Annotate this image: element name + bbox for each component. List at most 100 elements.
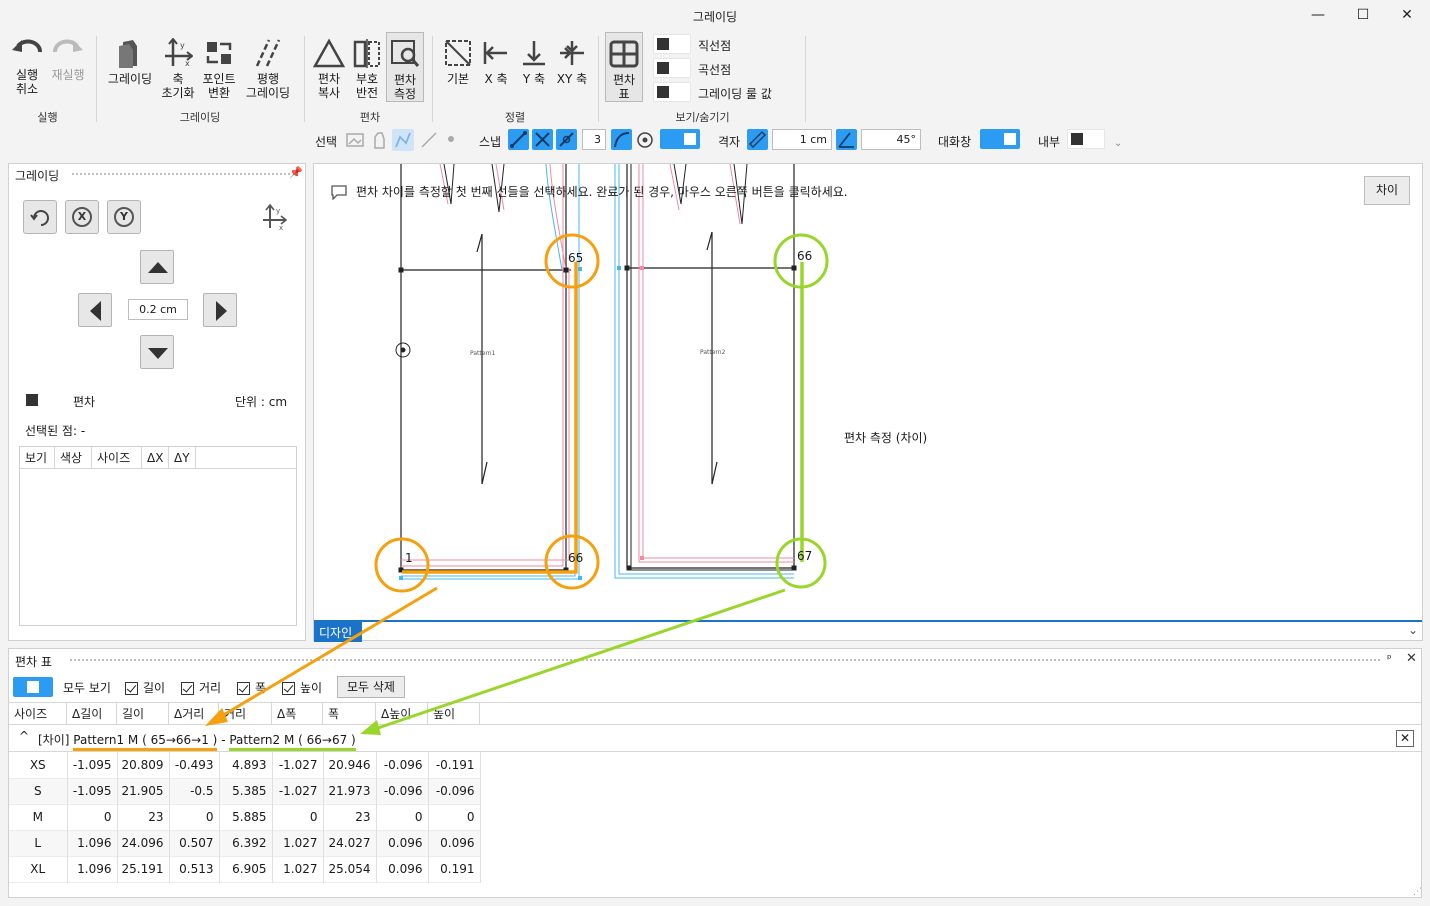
col-delta-distance[interactable]: Δ거리 bbox=[169, 703, 219, 725]
align-y-button[interactable]: Y 축 bbox=[516, 38, 552, 86]
col-width[interactable]: 폭 bbox=[323, 703, 376, 725]
dev-measure-button[interactable]: 편차 측정 bbox=[386, 32, 424, 102]
height-checkbox[interactable]: 높이 bbox=[282, 679, 322, 696]
image-icon[interactable] bbox=[346, 132, 364, 148]
height-label: 높이 bbox=[300, 681, 323, 695]
snap-line-button[interactable] bbox=[508, 129, 529, 150]
snap-value-field[interactable]: 3 bbox=[582, 129, 606, 150]
dev-table-label: 편차 표 bbox=[612, 73, 636, 101]
dev-table-button[interactable]: 편차 표 bbox=[605, 32, 643, 102]
undo-button[interactable]: 실행 취소 bbox=[6, 38, 48, 96]
point-label-66-a: 66 bbox=[568, 551, 584, 565]
grid-size-field[interactable]: 1 cm bbox=[772, 129, 832, 150]
col-delta-width[interactable]: Δ폭 bbox=[272, 703, 323, 725]
col-size[interactable]: 사이즈 bbox=[9, 703, 67, 725]
sign-flip-button[interactable]: 부호 반전 bbox=[349, 38, 385, 100]
value-cell: 1.027 bbox=[272, 830, 324, 856]
diff-button[interactable]: 차이 bbox=[1364, 176, 1410, 205]
value-cell: 0 bbox=[376, 804, 429, 830]
delete-all-button[interactable]: 모두 삭제 bbox=[337, 676, 405, 698]
grading-rule-toggle[interactable] bbox=[653, 82, 691, 102]
col-dx[interactable]: ΔX bbox=[142, 447, 169, 469]
table-row[interactable]: M 0 23 0 5.885 0 23 0 0 bbox=[9, 804, 481, 830]
distance-checkbox[interactable]: 거리 bbox=[181, 679, 221, 696]
dialog-toggle[interactable] bbox=[980, 129, 1020, 149]
pin-icon[interactable]: 📌 bbox=[289, 166, 303, 179]
curve-select-button[interactable] bbox=[392, 129, 414, 151]
show-all-toggle[interactable] bbox=[13, 677, 53, 697]
ribbon-expand-icon[interactable]: ⌄ bbox=[1114, 138, 1122, 149]
table-row[interactable]: L 1.096 24.096 0.507 6.392 1.027 24.027 0.096 0.… bbox=[9, 830, 481, 856]
selected-point-label: 선택된 점: - bbox=[25, 424, 86, 438]
axis-icon[interactable]: yx bbox=[261, 204, 287, 230]
parallel-grading-button[interactable]: 평행 그레이딩 bbox=[242, 38, 294, 100]
tab-design[interactable]: 디자인 bbox=[314, 622, 362, 642]
flip-x-button[interactable]: X bbox=[65, 200, 99, 234]
align-x-button[interactable]: X 축 bbox=[478, 38, 514, 86]
value-cell: 20.809 bbox=[117, 752, 170, 778]
move-down-button[interactable] bbox=[140, 335, 174, 369]
group-row[interactable]: ^ [차이] Pattern1 M ( 65→66→1 ) - Pattern2… bbox=[9, 726, 1421, 752]
close-button[interactable]: ✕ bbox=[1384, 0, 1430, 30]
panel-grip bbox=[69, 658, 1381, 663]
col-delta-height[interactable]: Δ높이 bbox=[376, 703, 428, 725]
move-left-button[interactable] bbox=[78, 293, 112, 327]
width-checkbox[interactable]: 폭 bbox=[237, 679, 266, 696]
dev-copy-button[interactable]: 편차 복사 bbox=[311, 38, 347, 100]
col-dy[interactable]: ΔY bbox=[169, 447, 196, 469]
snap-curve-button[interactable] bbox=[611, 129, 632, 150]
table-row[interactable]: XS -1.095 20.809 -0.493 4.893 -1.027 20.946 -0.… bbox=[9, 752, 481, 778]
snap-mid-button[interactable] bbox=[556, 129, 577, 150]
col-color[interactable]: 색상 bbox=[55, 447, 92, 469]
triangle-right-icon bbox=[216, 301, 227, 321]
reset-button[interactable] bbox=[23, 200, 57, 234]
point-select-icon[interactable] bbox=[448, 136, 454, 142]
curve-point-toggle[interactable] bbox=[653, 58, 691, 78]
tab-dropdown-icon[interactable]: ⌄ bbox=[1408, 623, 1418, 637]
flip-y-button[interactable]: Y bbox=[107, 200, 141, 234]
col-distance[interactable]: 거리 bbox=[219, 703, 272, 725]
point-convert-button[interactable]: 포인트 변환 bbox=[198, 38, 240, 100]
table-row[interactable]: XL 1.096 25.191 0.513 6.905 1.027 25.054 0.096 0… bbox=[9, 856, 481, 882]
col-length[interactable]: 길이 bbox=[117, 703, 169, 725]
straight-point-toggle[interactable] bbox=[653, 34, 691, 54]
separator bbox=[432, 36, 433, 122]
collapse-chevron-icon[interactable]: ^ bbox=[19, 729, 29, 743]
grid-ruler-button[interactable] bbox=[747, 129, 768, 150]
col-view[interactable]: 보기 bbox=[20, 447, 55, 469]
step-value-field[interactable]: 0.2 cm bbox=[128, 299, 188, 320]
redo-button[interactable]: 재실행 bbox=[48, 38, 88, 82]
pattern-drawing[interactable] bbox=[314, 164, 1422, 620]
angle-field[interactable]: 45° bbox=[861, 129, 921, 150]
pin-icon[interactable]: ᵖ bbox=[1387, 652, 1392, 665]
snap-toggle[interactable] bbox=[660, 129, 700, 149]
axis-reset-button[interactable]: yx 축 초기화 bbox=[158, 38, 198, 100]
value-cell: -0.096 bbox=[376, 752, 429, 778]
resize-grip-icon[interactable]: ⋰ bbox=[1413, 887, 1422, 897]
hand-icon[interactable] bbox=[372, 131, 386, 149]
move-right-button[interactable] bbox=[203, 293, 237, 327]
snap-target-icon[interactable] bbox=[636, 131, 654, 149]
minimize-button[interactable]: — bbox=[1295, 0, 1341, 30]
length-checkbox[interactable]: 길이 bbox=[125, 679, 165, 696]
table-row[interactable]: S -1.095 21.905 -0.5 5.385 -1.027 21.973 -0.096… bbox=[9, 778, 481, 804]
snap-cross-button[interactable] bbox=[532, 129, 553, 150]
remove-group-button[interactable]: ✕ bbox=[1396, 730, 1414, 747]
col-height[interactable]: 높이 bbox=[428, 703, 480, 725]
value-cell: -0.493 bbox=[169, 752, 220, 778]
col-delta-length[interactable]: Δ길이 bbox=[67, 703, 117, 725]
dev-toggle-square[interactable] bbox=[26, 394, 38, 406]
move-up-button[interactable] bbox=[140, 250, 174, 284]
col-size[interactable]: 사이즈 bbox=[92, 447, 142, 469]
close-panel-icon[interactable]: ✕ bbox=[1406, 651, 1417, 666]
maximize-button[interactable]: ☐ bbox=[1340, 0, 1386, 30]
redo-label: 재실행 bbox=[51, 68, 85, 82]
inner-toggle[interactable] bbox=[1067, 129, 1105, 149]
align-xy-button[interactable]: XY 축 bbox=[554, 38, 590, 86]
value-cell: 0 bbox=[428, 804, 481, 830]
design-canvas[interactable]: 65 66 1 66 67 Pattern1 Pattern2 편차 차이를 측… bbox=[313, 163, 1423, 642]
angle-button[interactable] bbox=[836, 129, 857, 150]
grading-button[interactable]: 그레이딩 bbox=[104, 38, 156, 86]
line-select-icon[interactable] bbox=[420, 131, 438, 149]
align-basic-button[interactable]: 기본 bbox=[440, 38, 476, 86]
